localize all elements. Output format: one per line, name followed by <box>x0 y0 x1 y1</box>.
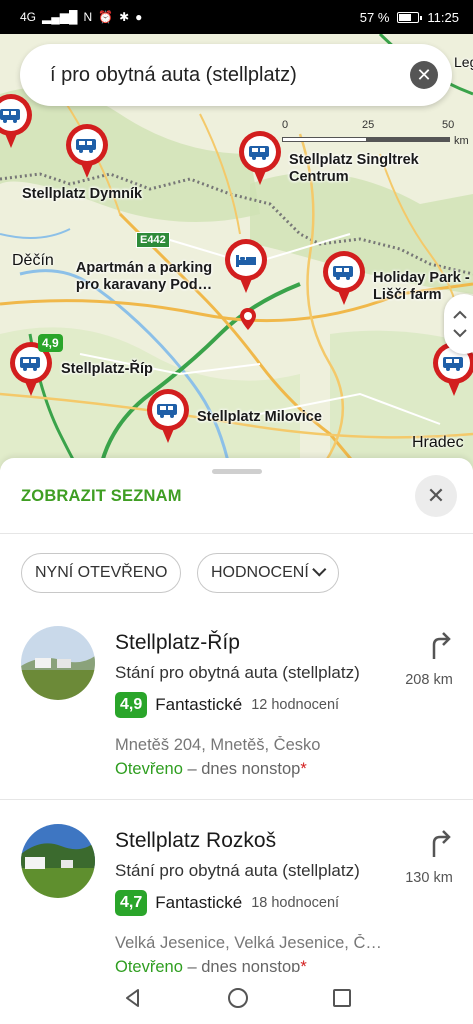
pin-label: Apartmán a parking pro karavany Pod… <box>75 260 213 293</box>
pin-label: Stellplatz-Říp <box>61 361 153 377</box>
map-scale: 0 25 50 km <box>282 119 469 149</box>
rating-badge: 4,9 <box>115 692 148 718</box>
result-address: Mnetěš 204, Mnetěš, Česko <box>115 736 321 754</box>
clock: 11:25 <box>427 9 459 25</box>
map-pin[interactable] <box>0 94 32 150</box>
search-bar[interactable]: í pro obytná auta (stellplatz) ✕ <box>20 44 452 106</box>
chip-label: HODNOCENÍ <box>211 564 309 581</box>
result-rating: 4,7 Fantastické 18 hodnocení <box>115 890 339 916</box>
status-bar: 4G ▂▄▆█ N ⏰ ✱ ● 57 % 11:25 <box>0 0 473 34</box>
location-dot-icon <box>240 308 256 330</box>
result-item[interactable]: Stellplatz-Říp Stání pro obytná auta (st… <box>0 601 473 781</box>
rating-count: 18 hodnocení <box>251 895 340 911</box>
divider <box>0 799 473 800</box>
result-title: Stellplatz Rozkoš <box>115 829 277 852</box>
result-distance: 208 km <box>405 672 453 688</box>
rating-word: Fantastické <box>155 893 243 912</box>
town-label: Děčín <box>12 252 54 269</box>
scale-bar <box>282 137 450 142</box>
system-nav-bar <box>0 972 473 1024</box>
pin-label: Stellplatz Singltrek Centrum <box>289 152 419 185</box>
close-icon: ✕ <box>426 483 446 508</box>
battery-icon <box>397 11 423 23</box>
scale-label: 0 <box>282 119 289 131</box>
result-rating: 4,9 Fantastické 12 hodnocení <box>115 692 339 718</box>
filter-rating-chip[interactable]: HODNOCENÍ <box>197 553 339 593</box>
result-thumbnail <box>21 626 95 700</box>
scale-label: 50 <box>442 119 455 131</box>
divider <box>0 533 473 534</box>
map-zoom-control[interactable] <box>444 294 473 354</box>
camper-van-icon <box>157 404 177 418</box>
signal-icon: ▂▄▆█ <box>42 10 78 24</box>
map-view[interactable]: í pro obytná auta (stellplatz) ✕ 0 25 50… <box>0 34 473 470</box>
camper-van-icon <box>443 357 463 371</box>
clear-search-icon[interactable]: ✕ <box>410 61 438 89</box>
map-pin-holiday-park[interactable] <box>323 251 365 307</box>
rating-word: Fantastické <box>155 695 243 714</box>
drag-handle[interactable] <box>212 469 262 474</box>
bed-icon <box>236 255 256 267</box>
camper-van-icon <box>0 109 20 123</box>
result-distance: 130 km <box>405 870 453 886</box>
camper-van-icon <box>76 139 96 153</box>
result-item[interactable]: Stellplatz Rozkoš Stání pro obytná auta … <box>0 799 473 972</box>
bluetooth-icon: ✱ <box>119 10 130 24</box>
back-icon[interactable] <box>122 987 144 1009</box>
road-badge: E442 <box>136 232 170 248</box>
nfc-icon: N <box>83 10 93 24</box>
result-address: Velká Jesenice, Velká Jesenice, Č… <box>115 934 382 952</box>
close-sheet-button[interactable]: ✕ <box>415 475 457 517</box>
scale-label: 25 <box>362 119 375 131</box>
directions-icon[interactable] <box>428 629 454 661</box>
result-open-status: Otevřeno – dnes nonstop* <box>115 760 307 778</box>
result-open-status: Otevřeno – dnes nonstop* <box>115 958 307 972</box>
rating-count: 12 hodnocení <box>251 697 340 713</box>
scale-unit: km <box>454 135 469 147</box>
filter-open-now-chip[interactable]: NYNÍ OTEVŘENO <box>21 553 182 593</box>
town-label: Hradec <box>412 434 464 451</box>
map-pin-milovice[interactable] <box>147 389 189 445</box>
location-icon: ● <box>135 10 143 24</box>
pin-rating-badge: 4,9 <box>38 334 63 352</box>
result-title: Stellplatz-Říp <box>115 631 240 654</box>
camper-van-icon <box>333 266 353 280</box>
town-label: Leg <box>454 54 473 70</box>
directions-icon[interactable] <box>428 827 454 859</box>
map-pin-apartman[interactable] <box>225 239 267 295</box>
status-icons-left: 4G ▂▄▆█ N ⏰ ✱ ● <box>20 11 142 23</box>
show-list-button[interactable]: ZOBRAZIT SEZNAM <box>21 487 182 506</box>
status-icons-right: 57 % 11:25 <box>360 10 459 25</box>
camper-van-icon <box>249 146 269 160</box>
map-pin-dymnik[interactable] <box>66 124 108 180</box>
chip-label: NYNÍ OTEVŘENO <box>35 564 168 581</box>
result-category: Stání pro obytná auta (stellplatz) <box>115 663 360 682</box>
chevron-down-icon <box>312 562 327 577</box>
network-type: 4G <box>20 10 37 24</box>
map-pin-singltrek[interactable] <box>239 131 281 187</box>
search-input[interactable]: í pro obytná auta (stellplatz) <box>50 64 410 87</box>
pin-label: Stellplatz Milovice <box>197 409 322 425</box>
battery-percent: 57 % <box>359 9 390 25</box>
rating-badge: 4,7 <box>115 890 148 916</box>
camper-van-icon <box>20 357 40 371</box>
chevron-up-down-icon <box>453 310 467 338</box>
result-category: Stání pro obytná auta (stellplatz) <box>115 861 360 880</box>
pin-label: Stellplatz Dymník <box>22 186 143 202</box>
recents-icon[interactable] <box>332 989 351 1007</box>
results-sheet[interactable]: ZOBRAZIT SEZNAM ✕ NYNÍ OTEVŘENO HODNOCEN… <box>0 458 473 972</box>
alarm-icon: ⏰ <box>98 10 114 24</box>
result-thumbnail <box>21 824 95 898</box>
home-icon[interactable] <box>228 988 249 1008</box>
